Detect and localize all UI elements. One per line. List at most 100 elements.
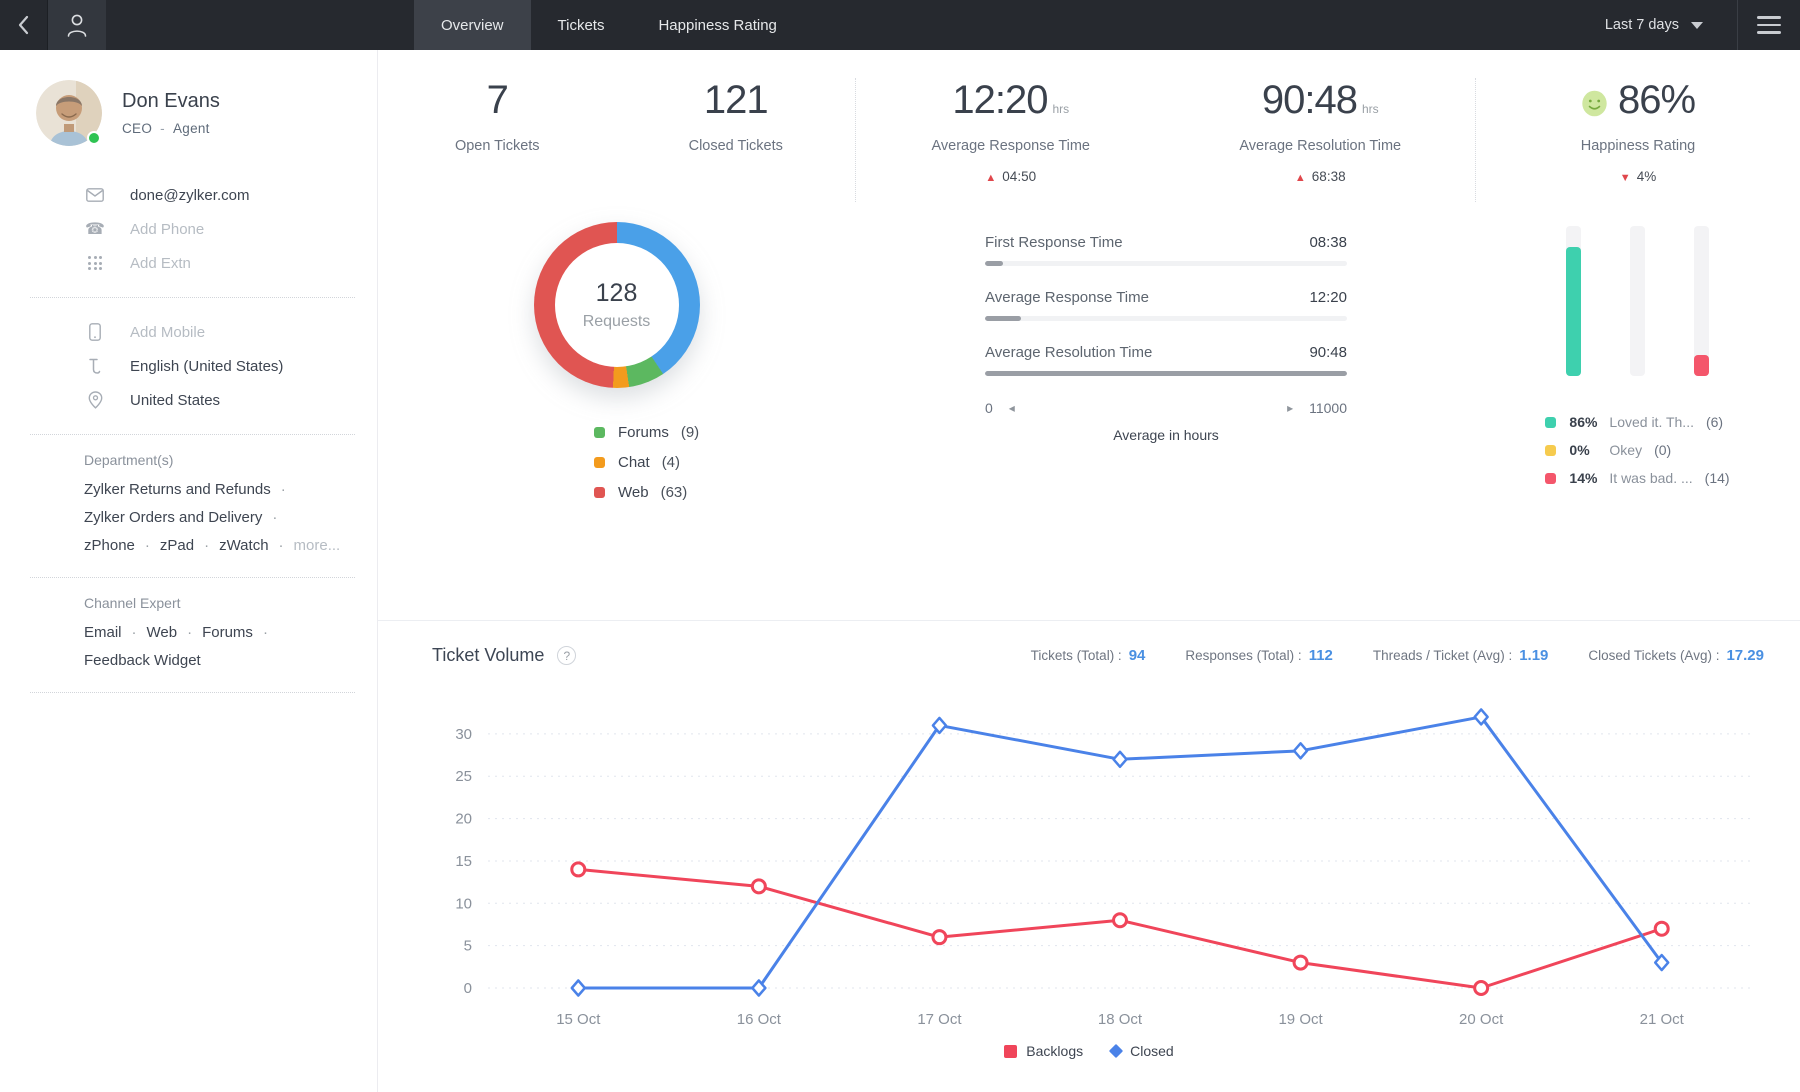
slider-axis-label: Average in hours — [985, 427, 1347, 443]
response-time-label: First Response Time — [985, 234, 1123, 251]
departments-label: Department(s) — [84, 452, 377, 468]
happiness-pct: 14% — [1569, 470, 1609, 486]
avg-response-value: 12:20 — [952, 78, 1047, 122]
legend-label: Forums — [618, 424, 669, 441]
stat-avg-resolution: 90:48hrs Average Resolution Time ▲68:38 — [1166, 78, 1476, 202]
closed-tickets-value: 121 — [617, 78, 856, 123]
legend-count: (9) — [681, 424, 699, 441]
contact-sidebar: Don Evans CEO-Agent done@zylker.com ☎ Ad… — [0, 50, 378, 1092]
country-value: United States — [130, 392, 220, 409]
happiness-label: Okey — [1609, 442, 1642, 458]
add-mobile-placeholder[interactable]: Add Mobile — [130, 324, 205, 341]
svg-text:15 Oct: 15 Oct — [556, 1011, 601, 1028]
donut-legend-item: Forums (9) — [594, 424, 855, 441]
response-time-track — [985, 261, 1347, 266]
department-item[interactable]: Zylker Orders and Delivery· — [84, 504, 377, 532]
language-row: English (United States) — [0, 349, 377, 383]
role-label: CEO — [122, 121, 152, 136]
location-pin-icon — [84, 391, 106, 409]
departments-section: Department(s) Zylker Returns and Refunds… — [0, 452, 377, 560]
help-icon[interactable]: ? — [557, 646, 576, 665]
legend-swatch — [1545, 417, 1556, 428]
ticket-volume-title: Ticket Volume — [432, 645, 544, 666]
svg-text:25: 25 — [455, 768, 472, 785]
happiness-pct: 0% — [1569, 442, 1609, 458]
add-extn-row[interactable]: Add Extn — [0, 246, 377, 280]
product-name[interactable]: zWatch — [219, 537, 268, 554]
overview-panel: 7 Open Tickets 121 Closed Tickets 12:20h… — [378, 50, 1800, 1092]
feedback-widget-item: Feedback Widget — [84, 647, 377, 675]
channel-expert-section: Channel Expert Email·Web·Forums· Feedbac… — [0, 595, 377, 675]
product-name[interactable]: zPad — [160, 537, 194, 554]
email-row[interactable]: done@zylker.com — [0, 178, 377, 212]
department-item[interactable]: Zylker Returns and Refunds· — [84, 476, 377, 504]
happiness-legend-item: 14%It was bad. ...(14) — [1545, 470, 1729, 486]
avg-response-unit: hrs — [1052, 102, 1069, 116]
language-value: English (United States) — [130, 358, 283, 375]
svg-text:19 Oct: 19 Oct — [1278, 1011, 1323, 1028]
response-time-track — [985, 316, 1347, 321]
tab-overview[interactable]: Overview — [414, 0, 531, 50]
stat-happiness: 86% Happiness Rating ▼4% — [1476, 78, 1800, 202]
back-button[interactable] — [0, 0, 48, 50]
response-times-panel: First Response Time08:38Average Response… — [855, 202, 1475, 443]
sidebar-separator — [30, 692, 355, 693]
happiness-legend-item: 86%Loved it. Th...(6) — [1545, 414, 1729, 430]
menu-button[interactable] — [1738, 0, 1800, 50]
svg-text:30: 30 — [455, 726, 472, 743]
channel-name: Forums — [202, 624, 253, 641]
legend-swatch — [1545, 473, 1556, 484]
phone-icon: ☎ — [84, 219, 106, 239]
contact-tab[interactable] — [48, 0, 106, 50]
happiness-bars — [1475, 226, 1800, 376]
mail-icon — [84, 188, 106, 202]
keypad-icon — [84, 256, 106, 270]
response-time-label: Average Resolution Time — [985, 344, 1152, 361]
triangle-up-icon: ▲ — [1295, 172, 1306, 184]
legend-count: (63) — [661, 484, 688, 501]
mobile-icon — [84, 323, 106, 341]
date-range-dropdown[interactable]: Last 7 days — [1571, 0, 1737, 50]
tab-tickets[interactable]: Tickets — [531, 0, 632, 50]
closed-tickets-label: Closed Tickets — [617, 138, 856, 154]
response-time-row: First Response Time 08:38 — [985, 234, 1347, 266]
chart-legend-label: Closed — [1130, 1043, 1174, 1059]
more-link[interactable]: more... — [294, 537, 341, 554]
add-phone-placeholder[interactable]: Add Phone — [130, 221, 204, 238]
legend-diamond-icon — [1109, 1044, 1123, 1058]
chart-legend-item: Backlogs — [1004, 1043, 1083, 1059]
response-time-value: 08:38 — [1309, 234, 1347, 251]
triangle-down-icon: ▼ — [1620, 172, 1631, 184]
svg-text:16 Oct: 16 Oct — [737, 1011, 782, 1028]
happiness-count: (6) — [1706, 414, 1723, 430]
ticket-volume-summary: Tickets (Total) :94 Responses (Total) :1… — [1031, 647, 1764, 664]
happiness-count: (14) — [1705, 470, 1730, 486]
channel-name: Web — [147, 624, 178, 641]
svg-text:20 Oct: 20 Oct — [1459, 1011, 1504, 1028]
avg-resolution-delta: 68:38 — [1312, 169, 1346, 184]
country-row: United States — [0, 383, 377, 417]
avg-resolution-unit: hrs — [1362, 102, 1379, 116]
summary-threads-per-ticket: Threads / Ticket (Avg) :1.19 — [1373, 647, 1549, 664]
legend-swatch — [594, 427, 605, 438]
ticket-volume-chart: 05101520253015 Oct16 Oct17 Oct18 Oct19 O… — [378, 672, 1800, 1043]
smiley-icon — [1581, 90, 1608, 117]
chevron-down-icon — [1691, 22, 1703, 29]
email-value[interactable]: done@zylker.com — [130, 187, 249, 204]
add-phone-row[interactable]: ☎ Add Phone — [0, 212, 377, 246]
tab-happiness-rating[interactable]: Happiness Rating — [631, 0, 803, 50]
product-name[interactable]: zPhone — [84, 537, 135, 554]
happiness-bar-fill — [1566, 247, 1581, 376]
tv-legend: Backlogs Closed — [378, 1043, 1800, 1059]
avg-resolution-label: Average Resolution Time — [1166, 138, 1476, 154]
response-time-bars: First Response Time08:38Average Response… — [985, 234, 1475, 376]
svg-text:17 Oct: 17 Oct — [917, 1011, 962, 1028]
slider-left-arrow-icon[interactable]: ◂ — [1009, 401, 1015, 415]
slider-right-arrow-icon[interactable]: ▸ — [1287, 401, 1293, 415]
sidebar-separator — [30, 434, 355, 435]
avg-response-label: Average Response Time — [856, 138, 1166, 154]
type-label: Agent — [173, 121, 210, 136]
add-mobile-row[interactable]: Add Mobile — [0, 315, 377, 349]
requests-donut: 128 Requests — [534, 222, 700, 388]
add-extn-placeholder[interactable]: Add Extn — [130, 255, 191, 272]
